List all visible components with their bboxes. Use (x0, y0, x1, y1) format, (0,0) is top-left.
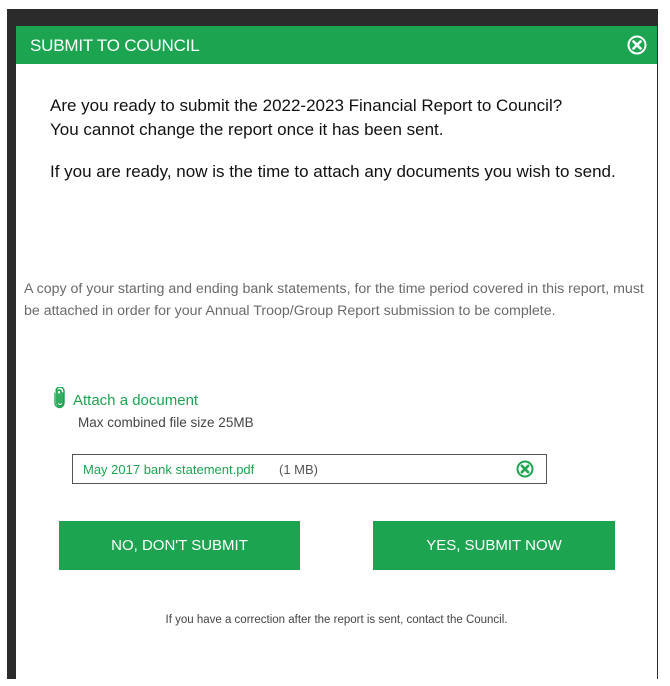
intro-text: Are you ready to submit the 2022-2023 Fi… (50, 94, 650, 184)
submit-now-button[interactable]: YES, SUBMIT NOW (373, 521, 615, 570)
max-file-size-text: Max combined file size 25MB (78, 415, 254, 430)
submit-dialog: SUBMIT TO COUNCIL Are you ready to submi… (16, 26, 657, 679)
paperclip-icon (53, 386, 67, 414)
submit-question: Are you ready to submit the 2022-2023 Fi… (50, 96, 563, 115)
correction-note: If you have a correction after the repor… (165, 614, 508, 626)
close-icon[interactable] (627, 35, 647, 55)
remove-file-icon[interactable] (516, 460, 534, 478)
bank-statement-note: A copy of your starting and ending bank … (24, 281, 644, 319)
attached-file-row: May 2017 bank statement.pdf (1 MB) (72, 454, 547, 484)
no-change-warning: You cannot change the report once it has… (50, 120, 444, 139)
attach-prompt: If you are ready, now is the time to att… (50, 162, 616, 181)
dialog-header: SUBMIT TO COUNCIL (16, 26, 657, 64)
attach-document-link[interactable]: Attach a document (53, 386, 199, 414)
attached-file-name[interactable]: May 2017 bank statement.pdf (83, 462, 254, 477)
attach-document-label: Attach a document (73, 392, 199, 409)
dont-submit-button[interactable]: NO, DON'T SUBMIT (59, 521, 300, 570)
attached-file-size: (1 MB) (279, 462, 318, 477)
dialog-title: SUBMIT TO COUNCIL (30, 36, 200, 55)
